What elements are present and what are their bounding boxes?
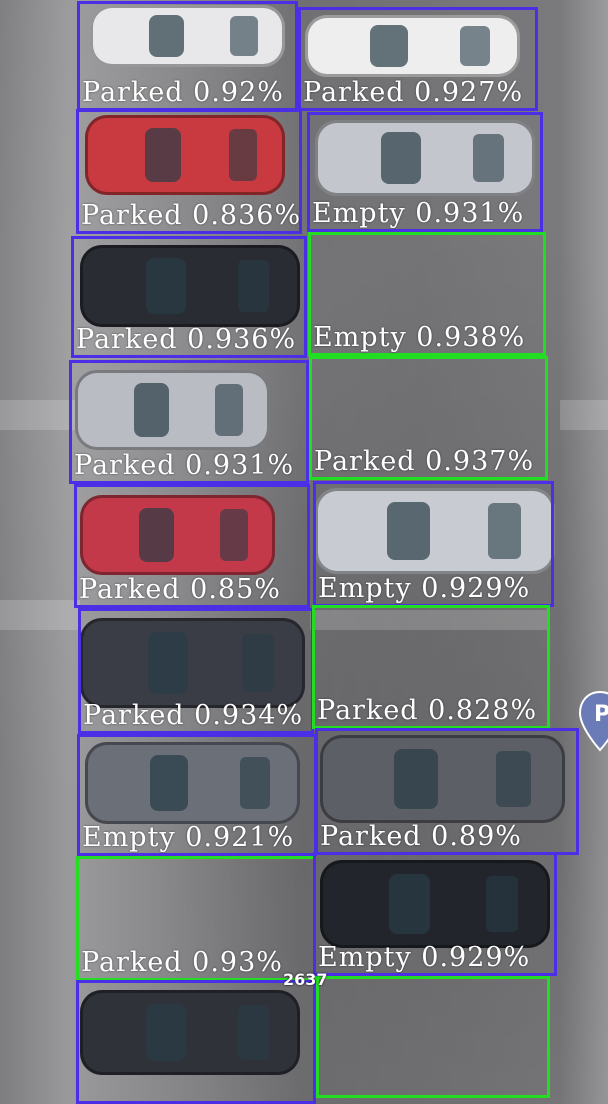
detection-box-parked: Parked 0.937%	[309, 356, 548, 480]
detection-label: Parked 0.931%	[74, 450, 295, 481]
detection-label: Empty 0.929%	[318, 573, 531, 604]
detection-label: Parked 0.936%	[76, 324, 297, 355]
detection-box-parked	[76, 980, 316, 1104]
detection-box-empty: Empty 0.938%	[308, 232, 546, 356]
detection-box-parked: Parked 0.836%	[76, 109, 302, 234]
detection-box-empty: Empty 0.929%	[313, 852, 557, 976]
detection-box-empty: Empty 0.931%	[307, 112, 543, 232]
detection-label: Parked 0.92%	[82, 77, 284, 108]
detection-box-parked: Parked 0.931%	[69, 360, 309, 484]
detection-label: Parked 0.934%	[83, 700, 304, 731]
lot-stripe	[0, 400, 80, 430]
detection-label: Parked 0.85%	[79, 574, 281, 605]
detection-box-empty: Empty 0.929%	[313, 481, 554, 607]
detection-box-parked: Parked 0.92%	[77, 1, 298, 111]
detection-box-parked: Parked 0.93%	[76, 856, 316, 981]
detection-label: Parked 0.89%	[320, 821, 522, 852]
detection-box-empty: Empty 0.921%	[77, 734, 317, 856]
address-number-text: 2637	[283, 970, 328, 989]
detection-box-empty	[316, 976, 550, 1098]
detection-label: Empty 0.929%	[318, 942, 531, 973]
lot-stripe	[0, 600, 80, 630]
map-pin-letter: P	[594, 702, 608, 727]
detection-label: Empty 0.931%	[312, 198, 525, 229]
detection-box-parked: Parked 0.927%	[298, 7, 538, 111]
detection-label: Empty 0.938%	[313, 322, 526, 353]
detection-label: Empty 0.921%	[82, 822, 295, 853]
detection-box-parked: Parked 0.85%	[74, 484, 310, 608]
detection-box-parked: Parked 0.934%	[78, 608, 314, 734]
lot-stripe	[560, 400, 608, 430]
detection-label: Parked 0.927%	[303, 77, 524, 108]
detection-box-parked: Parked 0.936%	[71, 236, 307, 358]
detection-label: Parked 0.937%	[314, 446, 535, 477]
detection-label: Parked 0.93%	[81, 947, 283, 978]
parking-lot-aerial-image: Parked 0.92% Parked 0.927% Parked 0.836%…	[0, 0, 608, 1104]
detection-box-parked: Parked 0.89%	[315, 728, 579, 855]
detection-box-parked: Parked 0.828%	[312, 605, 550, 729]
detection-label: Parked 0.836%	[81, 200, 302, 231]
detection-label: Parked 0.828%	[317, 695, 538, 726]
